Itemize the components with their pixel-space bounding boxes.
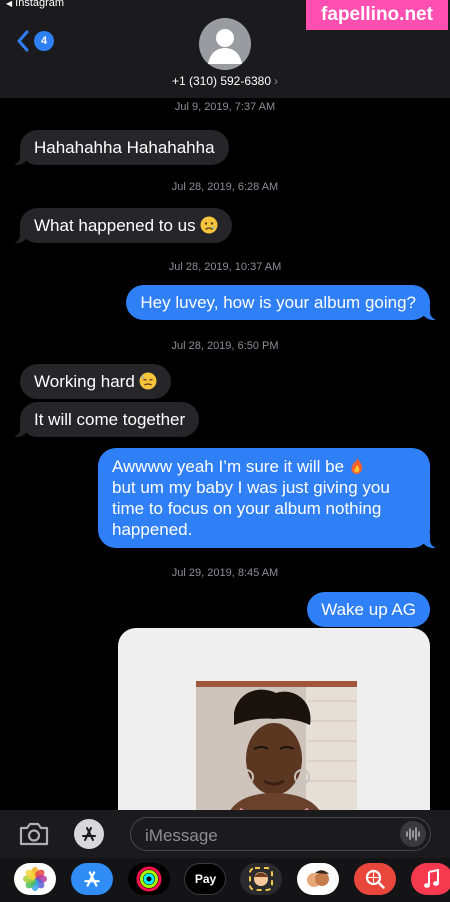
memoji-stickers-icon bbox=[307, 870, 329, 887]
outgoing-message[interactable]: Awwww yeah I’m sure it will be but um my… bbox=[98, 448, 439, 548]
person-photo-image bbox=[196, 681, 357, 810]
incoming-message[interactable]: What happened to us bbox=[11, 208, 232, 243]
app-store-icon bbox=[84, 871, 100, 887]
memoji-app[interactable] bbox=[240, 863, 282, 895]
photos-app[interactable] bbox=[14, 863, 56, 895]
message-text: time to focus on your album nothing bbox=[112, 499, 382, 518]
back-to-app[interactable]: ◀ Instagram bbox=[6, 0, 64, 9]
memoji-stickers-app[interactable] bbox=[297, 863, 339, 895]
timestamp: Jul 29, 2019, 8:45 AM bbox=[171, 567, 279, 579]
music-app[interactable] bbox=[411, 863, 450, 895]
contact-chevron-icon: › bbox=[274, 74, 279, 88]
contact-name[interactable]: +1 (310) 592-6380 › bbox=[0, 74, 450, 88]
message-input-placeholder: iMessage bbox=[145, 826, 218, 845]
message-text: Working hard bbox=[34, 372, 135, 391]
message-text: It will come together bbox=[34, 410, 186, 429]
message-thread[interactable]: Jul 9, 2019, 7:37 AM Hahahahha Hahahahha… bbox=[0, 98, 450, 810]
audio-message-button[interactable] bbox=[400, 821, 426, 847]
incoming-message[interactable]: Hahahahha Hahahahha bbox=[11, 130, 229, 165]
activity-app[interactable] bbox=[128, 863, 170, 895]
person-icon bbox=[208, 29, 242, 64]
message-text: Hey luvey, how is your album going? bbox=[140, 293, 416, 312]
waveform-icon bbox=[406, 827, 420, 841]
compose-bar: iMessage bbox=[0, 810, 450, 858]
contact-avatar[interactable] bbox=[199, 18, 251, 70]
activity-icon bbox=[136, 866, 162, 892]
web-search-icon bbox=[365, 869, 385, 889]
outgoing-message[interactable]: Hey luvey, how is your album going? bbox=[126, 285, 439, 320]
incoming-message[interactable]: It will come together bbox=[10, 402, 200, 437]
message-text: Wake up AG bbox=[321, 600, 416, 619]
chevron-left-icon bbox=[17, 30, 29, 52]
sad-face-emoji bbox=[200, 216, 218, 234]
web-search-app[interactable] bbox=[354, 863, 396, 895]
timestamp: Jul 9, 2019, 7:37 AM bbox=[174, 101, 276, 113]
message-text: happened. bbox=[112, 520, 193, 539]
incoming-message[interactable]: Working hard bbox=[20, 364, 171, 399]
unread-badge: 4 bbox=[34, 31, 54, 51]
app-store-button[interactable] bbox=[74, 819, 104, 849]
image-attachment[interactable] bbox=[118, 628, 430, 810]
sweat-face-emoji bbox=[139, 372, 157, 390]
message-input[interactable]: iMessage bbox=[130, 817, 431, 851]
memoji-icon bbox=[249, 867, 273, 891]
timestamp: Jul 28, 2019, 6:28 AM bbox=[171, 181, 279, 193]
app-drawer: Pay bbox=[0, 858, 450, 902]
music-icon bbox=[424, 869, 439, 888]
app-store-icon bbox=[82, 827, 96, 841]
apple-pay-label: Pay bbox=[194, 872, 217, 886]
back-app-label: Instagram bbox=[15, 0, 65, 9]
apple-pay-app[interactable]: Pay bbox=[184, 863, 226, 895]
fire-emoji bbox=[351, 458, 363, 474]
contact-number: +1 (310) 592-6380 bbox=[171, 74, 272, 88]
message-text: What happened to us bbox=[34, 216, 196, 235]
outgoing-message[interactable]: Wake up AG bbox=[307, 592, 430, 627]
message-text: Awwww yeah I’m sure it will be bbox=[112, 457, 345, 476]
timestamp: Jul 28, 2019, 6:50 PM bbox=[171, 340, 279, 352]
back-triangle-icon: ◀ bbox=[6, 0, 13, 8]
app-store-app[interactable] bbox=[71, 863, 113, 895]
timestamp: Jul 28, 2019, 10:37 AM bbox=[168, 261, 282, 273]
photos-icon bbox=[23, 867, 47, 891]
watermark: fapellino.net bbox=[306, 0, 448, 30]
message-text: but um my baby I was just giving you bbox=[112, 478, 390, 497]
message-text: Hahahahha Hahahahha bbox=[34, 138, 215, 157]
back-button[interactable]: 4 bbox=[16, 30, 54, 52]
attached-photo bbox=[196, 681, 357, 810]
camera-icon[interactable] bbox=[18, 821, 50, 847]
